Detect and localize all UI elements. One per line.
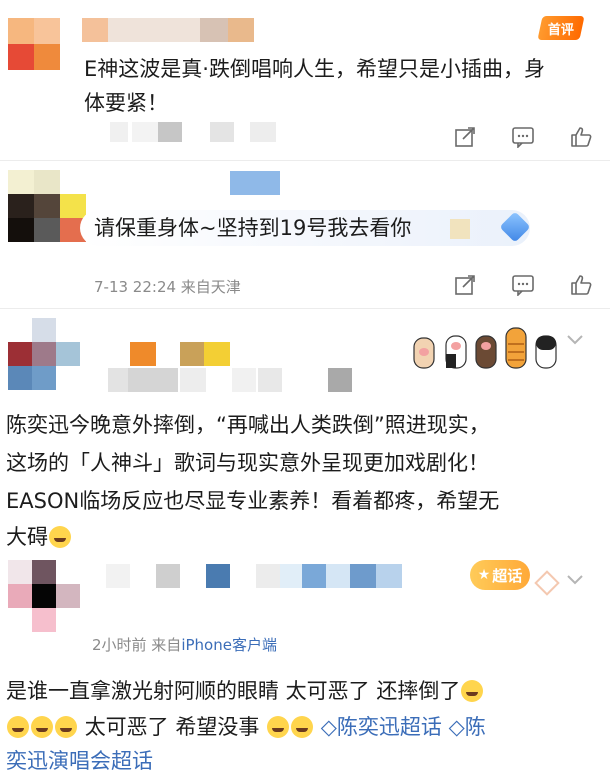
super-topic-badge[interactable]: ★ 超话 [470,560,530,590]
divider [0,308,610,309]
comment-meta: 7-13 22:24 来自天津 [94,278,241,296]
comment-text-line: EASON临场反应也尽显专业素养！看着都疼，希望无 [6,489,500,513]
share-icon[interactable] [452,124,478,150]
super-topic-tag[interactable]: ◇陈 [449,715,486,739]
avatar[interactable] [8,318,80,390]
comment-text: E神这波是真·跌倒唱响人生，希望只是小插曲，身体要紧！ [84,57,545,115]
like-icon[interactable] [568,272,594,298]
divider [0,160,610,161]
super-topic-tag-continued[interactable]: 奕迅演唱会超话 [6,744,153,778]
crying-face-icon [31,716,53,738]
avatar[interactable] [8,18,60,70]
comment-text-row: 请保重身体~坚持到19号我去看你 [80,210,531,246]
avatar[interactable] [8,560,80,632]
comment-text-line: 大碍 [6,520,72,554]
comment-text: 请保重身体~坚持到19号我去看你 [94,216,412,240]
comment-icon[interactable] [510,272,536,298]
kissing-face-icon [291,716,314,738]
star-icon: ★ [477,567,491,583]
diamond-badge-icon [499,211,531,243]
cat-paw-sticker [412,316,562,370]
crying-face-icon [461,680,484,702]
comment-text-line: 是谁一直拿激光射阿顺的眼睛 太可恶了 还摔倒了 [6,674,484,708]
source-link[interactable]: iPhone客户端 [181,636,277,654]
crying-face-icon [55,716,77,738]
first-comment-badge: 首评 [537,16,585,40]
comment-text-line: 太可恶了 希望没事 ◇陈奕迅超话 ◇陈 [6,710,486,744]
super-topic-tag[interactable]: ◇陈奕迅超话 [321,715,442,739]
comment-icon[interactable] [510,124,536,150]
comment-text-line: 这场的「人神斗」歌词与现实意外呈现更加戏剧化！ [6,451,489,475]
avatar[interactable] [8,170,86,242]
comment-meta: 2小时前 来自iPhone客户端 [92,636,277,654]
chevron-down-icon[interactable] [566,330,584,351]
sticker-blur [450,219,470,239]
crying-face-icon [7,716,29,738]
share-icon[interactable] [452,272,478,298]
chevron-down-icon[interactable] [566,570,584,591]
comment-text-line: 陈奕迅今晚意外摔倒，“再喊出人类跌倒”照进现实， [6,413,490,437]
username-mosaic[interactable] [230,171,280,195]
like-icon[interactable] [568,124,594,150]
crying-face-icon [267,716,290,738]
diamond-icon [534,570,560,596]
pleading-face-icon [49,526,71,548]
